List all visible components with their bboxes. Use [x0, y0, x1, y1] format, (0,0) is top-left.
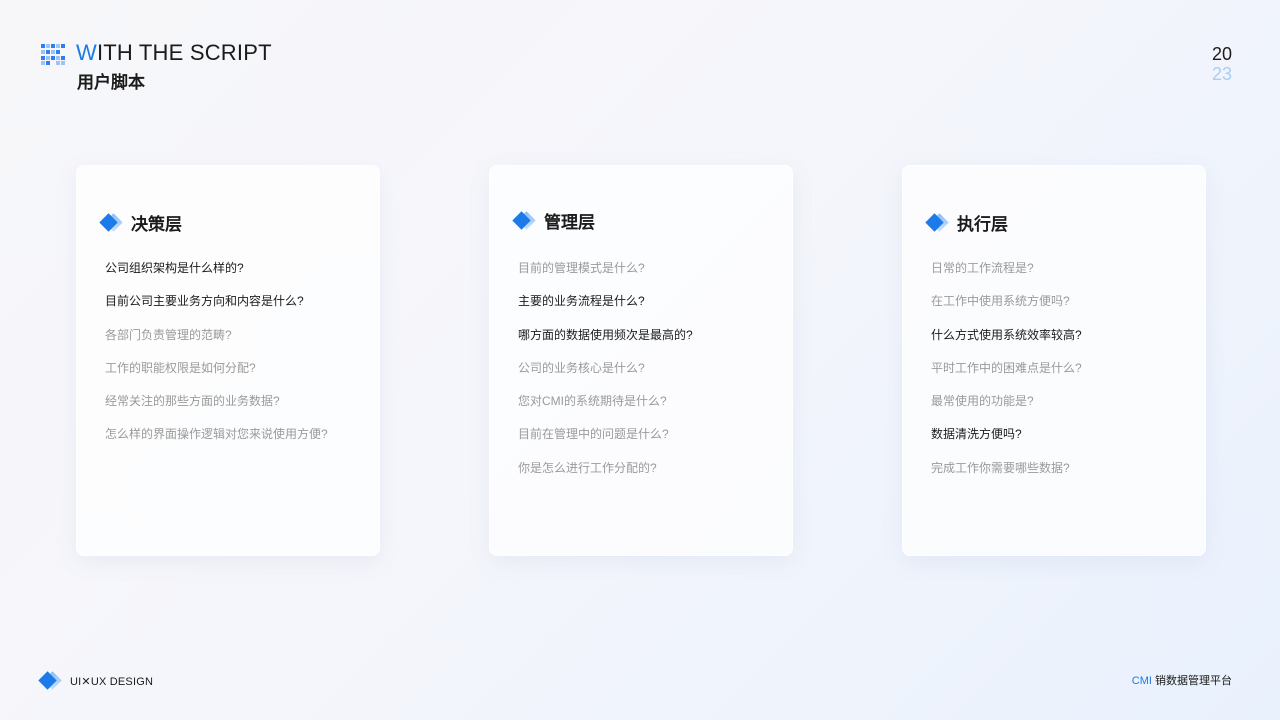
question-item: 目前的管理模式是什么? — [518, 261, 645, 275]
title-first-letter: W — [76, 40, 97, 65]
question-list: 日常的工作流程是? 在工作中使用系统方便吗? 什么方式使用系统效率较高? 平时工作中的… — [931, 260, 1082, 493]
card-header: 管理层 — [512, 208, 595, 233]
diamond-icon — [925, 212, 949, 233]
card-decision: 决策层 公司组织架构是什么样的? 目前公司主要业务方向和内容是什么? 各部门负责管理… — [76, 165, 380, 556]
question-item: 在工作中使用系统方便吗? — [931, 294, 1070, 309]
question-item: 日常的工作流程是? — [931, 261, 1034, 275]
question-item: 目前在管理中的问题是什么? — [518, 427, 669, 442]
question-item: 什么方式使用系统效率较高? — [931, 327, 1082, 342]
page-title-en: WITH THE SCRIPT — [76, 40, 272, 66]
question-item: 公司组织架构是什么样的? — [105, 261, 244, 275]
card-management: 管理层 目前的管理模式是什么? 主要的业务流程是什么? 哪方面的数据使用频次是最高的… — [489, 165, 793, 556]
year-label: 20 23 — [1212, 44, 1232, 84]
card-title: 执行层 — [957, 215, 1008, 234]
footer-left-label: UI✕UX DESIGN — [70, 675, 154, 688]
card-header: 执行层 — [925, 210, 1008, 235]
question-item: 完成工作你需要哪些数据? — [931, 460, 1070, 475]
question-item: 平时工作中的困难点是什么? — [931, 360, 1082, 375]
card-title: 决策层 — [131, 215, 182, 234]
diamond-icon — [512, 210, 536, 231]
question-item: 目前公司主要业务方向和内容是什么? — [105, 294, 304, 309]
footer-brand: UI✕UX DESIGN — [38, 671, 154, 691]
question-item: 经常关注的那些方面的业务数据? — [105, 394, 280, 409]
question-item: 各部门负责管理的范畴? — [105, 327, 232, 342]
question-item: 哪方面的数据使用频次是最高的? — [518, 327, 693, 342]
diamond-icon — [99, 212, 123, 233]
question-item: 工作的职能权限是如何分配? — [105, 360, 256, 375]
logo-grid-icon — [41, 44, 65, 66]
footer-right-label: 销数据管理平台 — [1151, 675, 1232, 687]
footer-product: CMI 销数据管理平台 — [1132, 672, 1232, 688]
question-item: 主要的业务流程是什么? — [518, 294, 645, 309]
year-bottom: 23 — [1211, 64, 1232, 84]
question-item: 最常使用的功能是? — [931, 394, 1034, 409]
question-item: 你是怎么进行工作分配的? — [518, 460, 657, 475]
card-header: 决策层 — [99, 210, 182, 235]
footer-accent: CMI — [1131, 675, 1152, 687]
diamond-icon — [38, 671, 62, 691]
question-list: 目前的管理模式是什么? 主要的业务流程是什么? 哪方面的数据使用频次是最高的? 公司的… — [518, 260, 693, 493]
question-item: 您对CMI的系统期待是什么? — [518, 394, 667, 409]
question-item: 数据清洗方便吗? — [931, 427, 1022, 442]
question-item: 公司的业务核心是什么? — [518, 360, 645, 375]
year-top: 20 — [1211, 44, 1232, 64]
title-rest: ITH THE SCRIPT — [96, 40, 272, 65]
page-title-cn: 用户脚本 — [77, 73, 145, 92]
card-title: 管理层 — [544, 213, 595, 232]
card-execution: 执行层 日常的工作流程是? 在工作中使用系统方便吗? 什么方式使用系统效率较高? 平时… — [902, 165, 1206, 556]
question-list: 公司组织架构是什么样的? 目前公司主要业务方向和内容是什么? 各部门负责管理的范畴?… — [105, 260, 328, 460]
question-item: 怎么样的界面操作逻辑对您来说使用方便? — [105, 427, 328, 442]
